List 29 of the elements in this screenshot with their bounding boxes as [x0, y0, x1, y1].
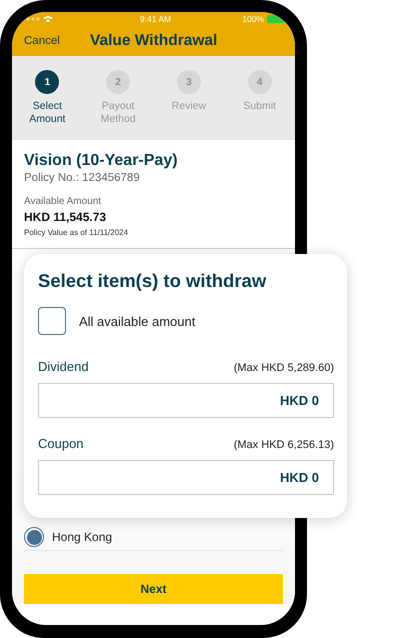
- battery-icon: [267, 15, 285, 23]
- amount-label: Dividend: [38, 359, 89, 374]
- signal-icon: [26, 17, 40, 21]
- battery-percent: 100%: [242, 14, 264, 24]
- policy-value-note: Policy Value as of 11/11/2024: [24, 228, 130, 237]
- policy-number: Policy No.: 123456789: [24, 172, 141, 184]
- status-time: 9:41 AM: [140, 14, 172, 24]
- wifi-icon: [43, 15, 53, 23]
- available-amount: HKD 11,545.73: [24, 210, 108, 224]
- cancel-button[interactable]: Cancel: [24, 35, 60, 47]
- step-label: Select Amount: [28, 100, 66, 126]
- max-amount: (Max HKD 6,256.13): [234, 439, 334, 451]
- available-amount-label: Available Amount: [24, 196, 102, 207]
- popup-title: Select item(s) to withdraw: [38, 270, 268, 292]
- next-button[interactable]: Next: [24, 574, 283, 604]
- radio-label: Hong Kong: [52, 530, 112, 544]
- amount-field[interactable]: HKD 0: [38, 383, 334, 418]
- step-label: Review: [170, 100, 208, 113]
- step-label: Submit: [242, 100, 277, 113]
- max-amount: (Max HKD 5,289.60): [234, 362, 334, 374]
- screen-title: Value Withdrawal: [90, 32, 218, 50]
- radio-button[interactable]: [24, 527, 44, 547]
- amount-label: Coupon: [38, 436, 84, 451]
- checkbox-label: All available amount: [79, 314, 196, 328]
- policy-name: Vision (10-Year-Pay): [24, 152, 179, 170]
- step-label: Payout Method: [100, 100, 137, 126]
- checkbox[interactable]: [38, 307, 66, 335]
- step-number[interactable]: 1: [35, 70, 60, 94]
- amount-field[interactable]: HKD 0: [38, 460, 334, 495]
